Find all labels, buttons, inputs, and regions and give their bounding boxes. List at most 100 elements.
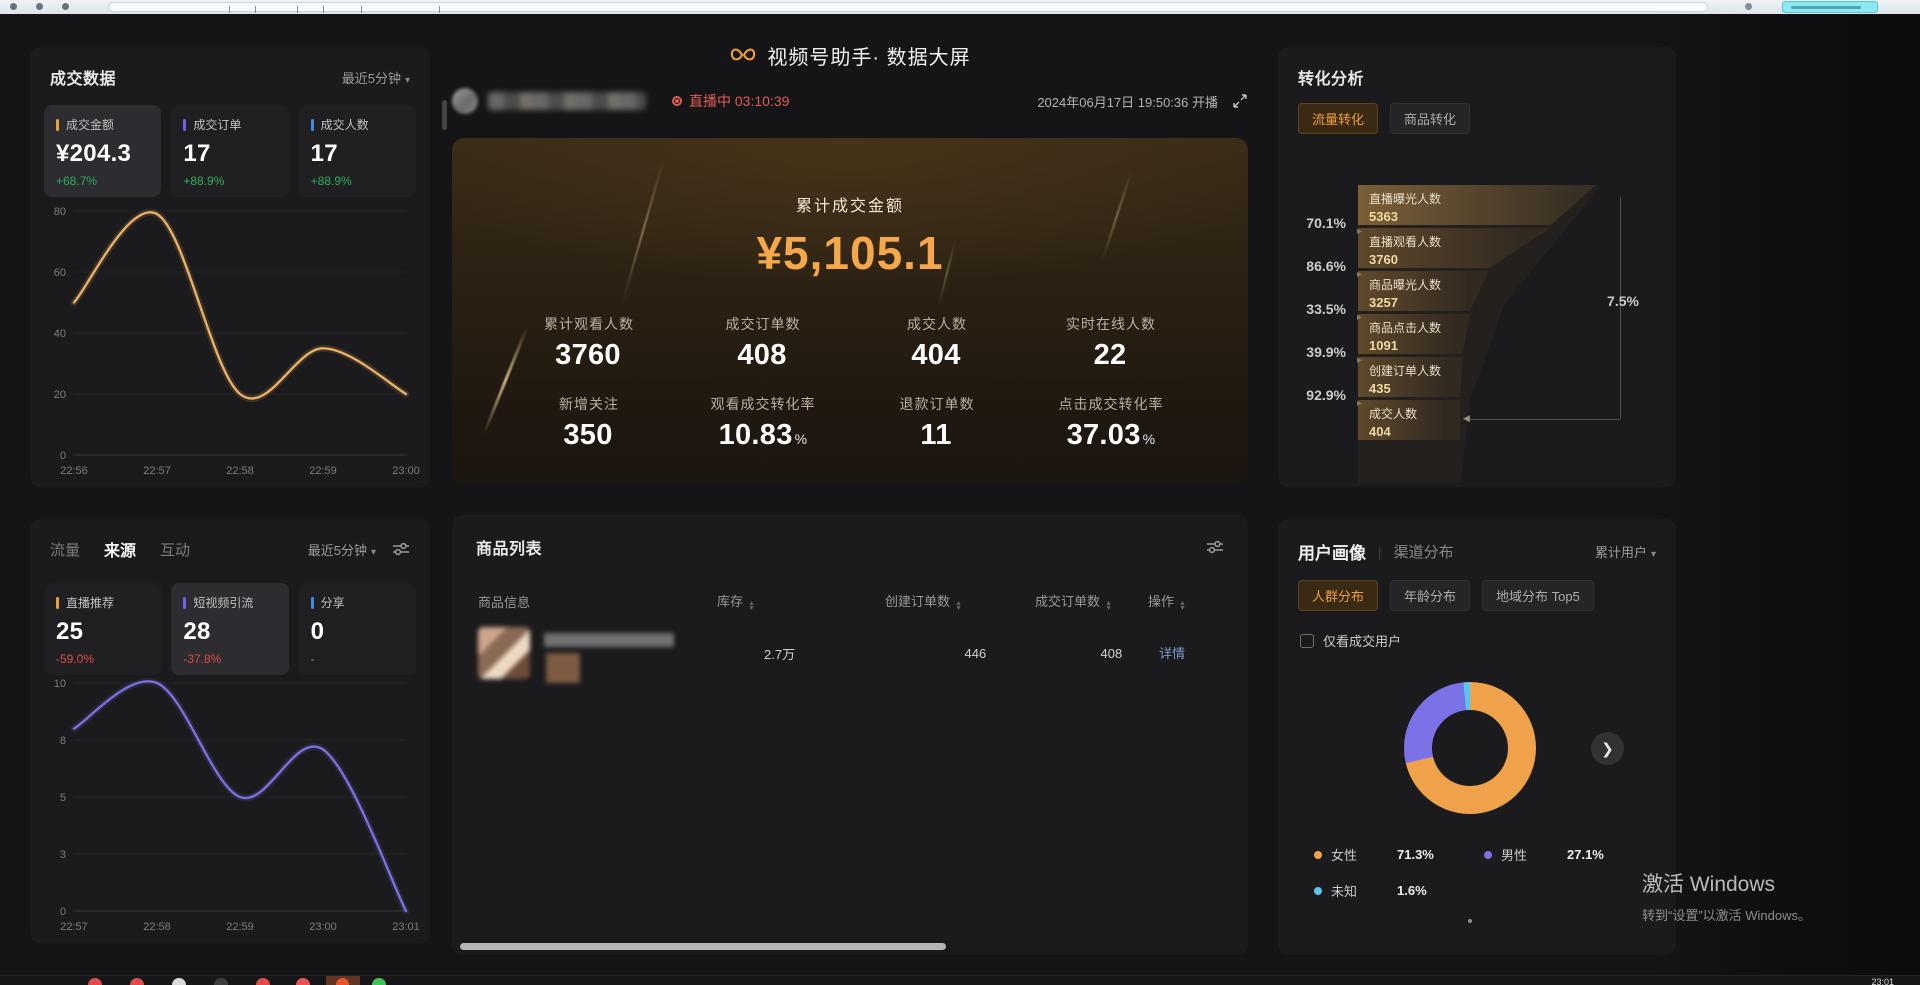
metric-card-orders[interactable]: 成交订单 17 +88.9% [171,105,288,197]
tab-user-portrait[interactable]: 用户画像 [1298,539,1366,564]
live-dot-icon [672,96,682,106]
time-range-dropdown[interactable]: 最近5分钟▾ [342,68,410,87]
chevron-down-icon: ▾ [405,75,410,86]
metric-change: +88.9% [183,174,276,188]
svg-text:22:58: 22:58 [226,465,254,477]
tab-channel-distribution[interactable]: 渠道分布 [1394,541,1454,562]
metric-indicator [56,597,59,609]
browser-refresh-icon[interactable] [36,3,43,10]
sort-icon[interactable]: ▲▼ [748,601,755,611]
streamer-avatar-blurred [452,88,478,114]
tab-traffic[interactable]: 流量 [50,539,80,560]
product-image-blurred [478,627,530,679]
taskbar-app-icon[interactable] [256,978,270,985]
fullscreen-icon[interactable] [1232,93,1248,109]
tab-source[interactable]: 来源 [104,537,136,561]
cell-stock: 2.7万 [764,644,850,663]
stat-deal-buyers: 成交人数404 [850,314,1024,372]
horizontal-scrollbar[interactable] [460,943,946,950]
funnel-step-rate: 70.1% [1282,215,1346,231]
funnel-bracket-arrow: ◀ [1466,419,1620,420]
detail-link[interactable]: 详情 [1159,646,1185,661]
conversion-funnel: 直播曝光人数5363 直播观看人数3760 商品曝光人数3257 商品点击人数1… [1278,47,1676,487]
tab-age-distribution[interactable]: 年龄分布 [1390,580,1470,611]
stat-refund-orders: 退款订单数11 [850,394,1024,452]
panel-title: 商品列表 [476,535,542,559]
metric-value: 25 [56,618,149,646]
funnel-bar-order-creators[interactable]: 创建订单人数435 [1358,357,1463,397]
sort-icon[interactable]: ▲▼ [1105,601,1112,611]
summary-stats-grid: 累计观看人数3760 成交订单数408 成交人数404 实时在线人数22 新增关… [502,314,1198,452]
svg-text:22:58: 22:58 [143,921,171,933]
taskbar-app-icon[interactable] [296,978,310,985]
stat-online-now: 实时在线人数22 [1024,314,1198,372]
taskbar-app-icon[interactable] [372,978,386,985]
browser-home-icon[interactable] [62,3,69,10]
taskbar-app-icon[interactable] [172,978,186,985]
metric-change: - [311,652,404,666]
deal-line-chart: 02040608022:5622:5722:5822:5923:00 [38,199,422,481]
sort-icon[interactable]: ▲▼ [955,601,962,611]
legend-male: 男性27.1% [1484,845,1654,864]
taskbar-app-icon[interactable] [88,978,102,985]
metric-card-buyers[interactable]: 成交人数 17 +88.9% [299,105,416,197]
funnel-step-rate: 33.5% [1282,301,1346,317]
deal-users-only-checkbox[interactable]: 仅看成交用户 [1300,631,1676,650]
metric-card-live-recommend[interactable]: 直播推荐 25 -59.0% [44,583,161,675]
table-row[interactable]: 2.7万 446 408 详情 [452,627,1248,679]
svg-text:23:00: 23:00 [392,465,420,477]
svg-text:22:59: 22:59 [226,921,254,933]
metric-indicator [183,597,186,609]
browser-back-icon[interactable] [10,3,17,10]
browser-update-button[interactable] [1782,1,1878,13]
taskbar-clock: 23:01 [1871,977,1894,985]
gmv-label: 累计成交金额 [452,192,1248,216]
sort-icon[interactable]: ▲▼ [1179,601,1186,611]
taskbar-app-icon[interactable] [214,978,228,985]
funnel-bar-buyers[interactable]: 成交人数404 [1358,400,1460,440]
svg-text:22:57: 22:57 [143,465,171,477]
gmv-summary-panel: 累计成交金额 ¥5,105.1 累计观看人数3760 成交订单数408 成交人数… [452,138,1248,484]
metric-value: 17 [311,140,404,168]
extension-icon[interactable] [1745,3,1752,10]
windows-taskbar[interactable]: 23:01 [0,975,1920,985]
tab-interaction[interactable]: 互动 [160,539,190,560]
tab-gender-distribution[interactable]: 人群分布 [1298,580,1378,611]
time-range-dropdown[interactable]: 最近5分钟▾ [308,540,376,559]
filter-sliders-icon[interactable] [392,542,410,556]
tab-region-distribution[interactable]: 地域分布 Top5 [1482,580,1594,611]
metric-change: +68.7% [56,174,149,188]
svg-text:20: 20 [54,389,66,401]
gender-donut-chart [1404,682,1536,814]
funnel-bar-product-exposure[interactable]: 商品曝光人数3257 [1358,271,1489,311]
page-scrollbar-thumb[interactable] [442,100,447,130]
funnel-step-rate: 86.6% [1282,258,1346,274]
stat-deal-orders: 成交订单数408 [676,314,850,372]
filter-sliders-icon[interactable] [1206,540,1224,554]
taskbar-app-icon[interactable] [130,978,144,985]
svg-text:5: 5 [60,792,66,804]
svg-text:22:56: 22:56 [60,465,88,477]
stream-start-time: 2024年06月17日 19:50:36 开播 [1037,92,1218,111]
metric-card-gmv[interactable]: 成交金额 ¥204.3 +68.7% [44,105,161,197]
scope-dropdown[interactable]: 累计用户▾ [1595,542,1656,561]
checkbox-icon[interactable] [1300,634,1314,648]
metric-indicator [56,119,59,131]
taskbar-active-app[interactable] [326,976,360,985]
column-product-info: 商品信息 [478,592,717,611]
live-status-badge: 直播中 03:10:39 [672,91,789,111]
address-bar[interactable] [108,2,1708,12]
screen: 成交数据 最近5分钟▾ 成交金额 ¥204.3 +68.7% 成交订单 17 +… [0,0,1920,985]
carousel-page-dot[interactable] [1468,919,1472,923]
deal-data-panel: 成交数据 最近5分钟▾ 成交金额 ¥204.3 +68.7% 成交订单 17 +… [30,47,430,487]
metric-value: ¥204.3 [56,140,149,168]
metric-card-share[interactable]: 分享 0 - [299,583,416,675]
chevron-down-icon: ▾ [1651,549,1656,560]
user-portrait-panel: 用户画像 | 渠道分布 累计用户▾ 人群分布 年龄分布 地域分布 Top5 仅看… [1278,519,1676,955]
carousel-next-button[interactable]: ❯ [1591,732,1624,765]
svg-text:8: 8 [60,735,66,747]
column-action: 操作 [1148,594,1174,609]
metric-card-short-video[interactable]: 短视频引流 28 -37.8% [171,583,288,675]
metric-change: -59.0% [56,652,149,666]
funnel-bar-product-clicks[interactable]: 商品点击人数1091 [1358,314,1470,354]
